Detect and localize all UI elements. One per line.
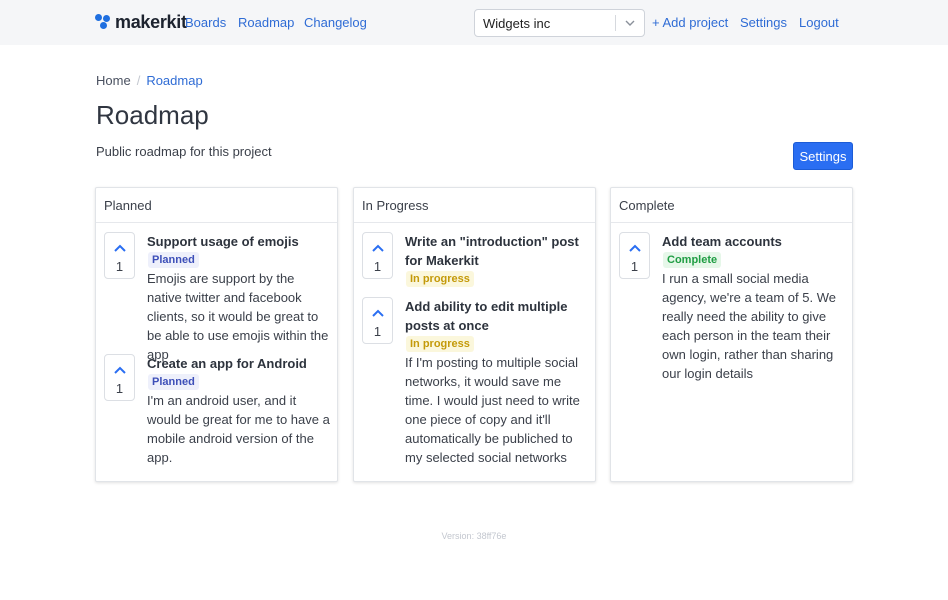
item-description: I run a small social media agency, we're… bbox=[662, 271, 836, 381]
project-select[interactable]: Widgets inc bbox=[474, 9, 645, 37]
breadcrumb: Home / Roadmap bbox=[96, 73, 203, 89]
logo[interactable]: makerkit bbox=[95, 12, 187, 32]
roadmap-settings-button[interactable]: Settings bbox=[793, 142, 853, 170]
item-title[interactable]: Add ability to edit multiple posts at on… bbox=[405, 297, 589, 335]
chevron-up-icon bbox=[372, 309, 384, 317]
column-planned: Planned 1 Support usage of emojis Planne… bbox=[95, 187, 338, 482]
chevron-up-icon bbox=[629, 244, 641, 252]
item-body: Support usage of emojis Planned Emojis a… bbox=[147, 232, 331, 364]
top-navbar: makerkit Boards Roadmap Changelog Widget… bbox=[0, 0, 948, 45]
page-title: Roadmap bbox=[96, 100, 209, 130]
column-title: Complete bbox=[611, 188, 852, 223]
breadcrumb-separator: / bbox=[136, 73, 141, 88]
upvote-button[interactable]: 1 bbox=[619, 232, 650, 279]
vote-count: 1 bbox=[115, 259, 124, 274]
nav-changelog-link[interactable]: Changelog bbox=[304, 15, 367, 31]
upvote-button[interactable]: 1 bbox=[362, 232, 393, 279]
status-badge: In progress bbox=[406, 336, 474, 352]
select-divider bbox=[615, 15, 616, 31]
item-title[interactable]: Support usage of emojis bbox=[147, 232, 331, 251]
item-body: Create an app for Android Planned I'm an… bbox=[147, 354, 331, 467]
upvote-button[interactable]: 1 bbox=[104, 354, 135, 401]
brand-name: makerkit bbox=[115, 12, 187, 32]
version-label: Version: 38ff76e bbox=[441, 531, 507, 541]
item-description: Emojis are support by the native twitter… bbox=[147, 271, 329, 362]
item-title[interactable]: Add team accounts bbox=[662, 232, 846, 251]
chevron-down-icon[interactable] bbox=[624, 17, 636, 29]
vote-count: 1 bbox=[373, 324, 382, 339]
item-title[interactable]: Write an "introduction" post for Makerki… bbox=[405, 232, 589, 270]
page-subtitle: Public roadmap for this project bbox=[96, 144, 272, 159]
status-badge: Complete bbox=[663, 252, 722, 268]
column-in-progress: In Progress 1 Write an "introduction" po… bbox=[353, 187, 596, 482]
status-badge: Planned bbox=[148, 374, 199, 390]
upvote-button[interactable]: 1 bbox=[104, 232, 135, 279]
nav-boards-link[interactable]: Boards bbox=[185, 15, 226, 31]
nav-roadmap-link[interactable]: Roadmap bbox=[238, 15, 294, 31]
logout-link[interactable]: Logout bbox=[799, 15, 839, 31]
status-badge: Planned bbox=[148, 252, 199, 268]
column-title: Planned bbox=[96, 188, 337, 223]
add-project-link[interactable]: + Add project bbox=[652, 15, 728, 31]
item-description: If I'm posting to multiple social networ… bbox=[405, 355, 580, 465]
breadcrumb-home[interactable]: Home bbox=[96, 73, 131, 89]
vote-count: 1 bbox=[373, 259, 382, 274]
column-complete: Complete 1 Add team accounts Complete I … bbox=[610, 187, 853, 482]
status-badge: In progress bbox=[406, 271, 474, 287]
column-title: In Progress bbox=[354, 188, 595, 223]
item-description: I'm an android user, and it would be gre… bbox=[147, 393, 330, 465]
upvote-button[interactable]: 1 bbox=[362, 297, 393, 344]
chevron-up-icon bbox=[372, 244, 384, 252]
item-title[interactable]: Create an app for Android bbox=[147, 354, 331, 373]
nav-settings-link[interactable]: Settings bbox=[740, 15, 787, 31]
vote-count: 1 bbox=[115, 381, 124, 396]
item-body: Write an "introduction" post for Makerki… bbox=[405, 232, 589, 288]
breadcrumb-current[interactable]: Roadmap bbox=[146, 73, 202, 89]
chevron-up-icon bbox=[114, 244, 126, 252]
item-body: Add team accounts Complete I run a small… bbox=[662, 232, 846, 383]
item-body: Add ability to edit multiple posts at on… bbox=[405, 297, 589, 467]
chevron-up-icon bbox=[114, 366, 126, 374]
project-select-value: Widgets inc bbox=[483, 16, 551, 31]
vote-count: 1 bbox=[630, 259, 639, 274]
makerkit-logo-icon bbox=[95, 13, 112, 31]
